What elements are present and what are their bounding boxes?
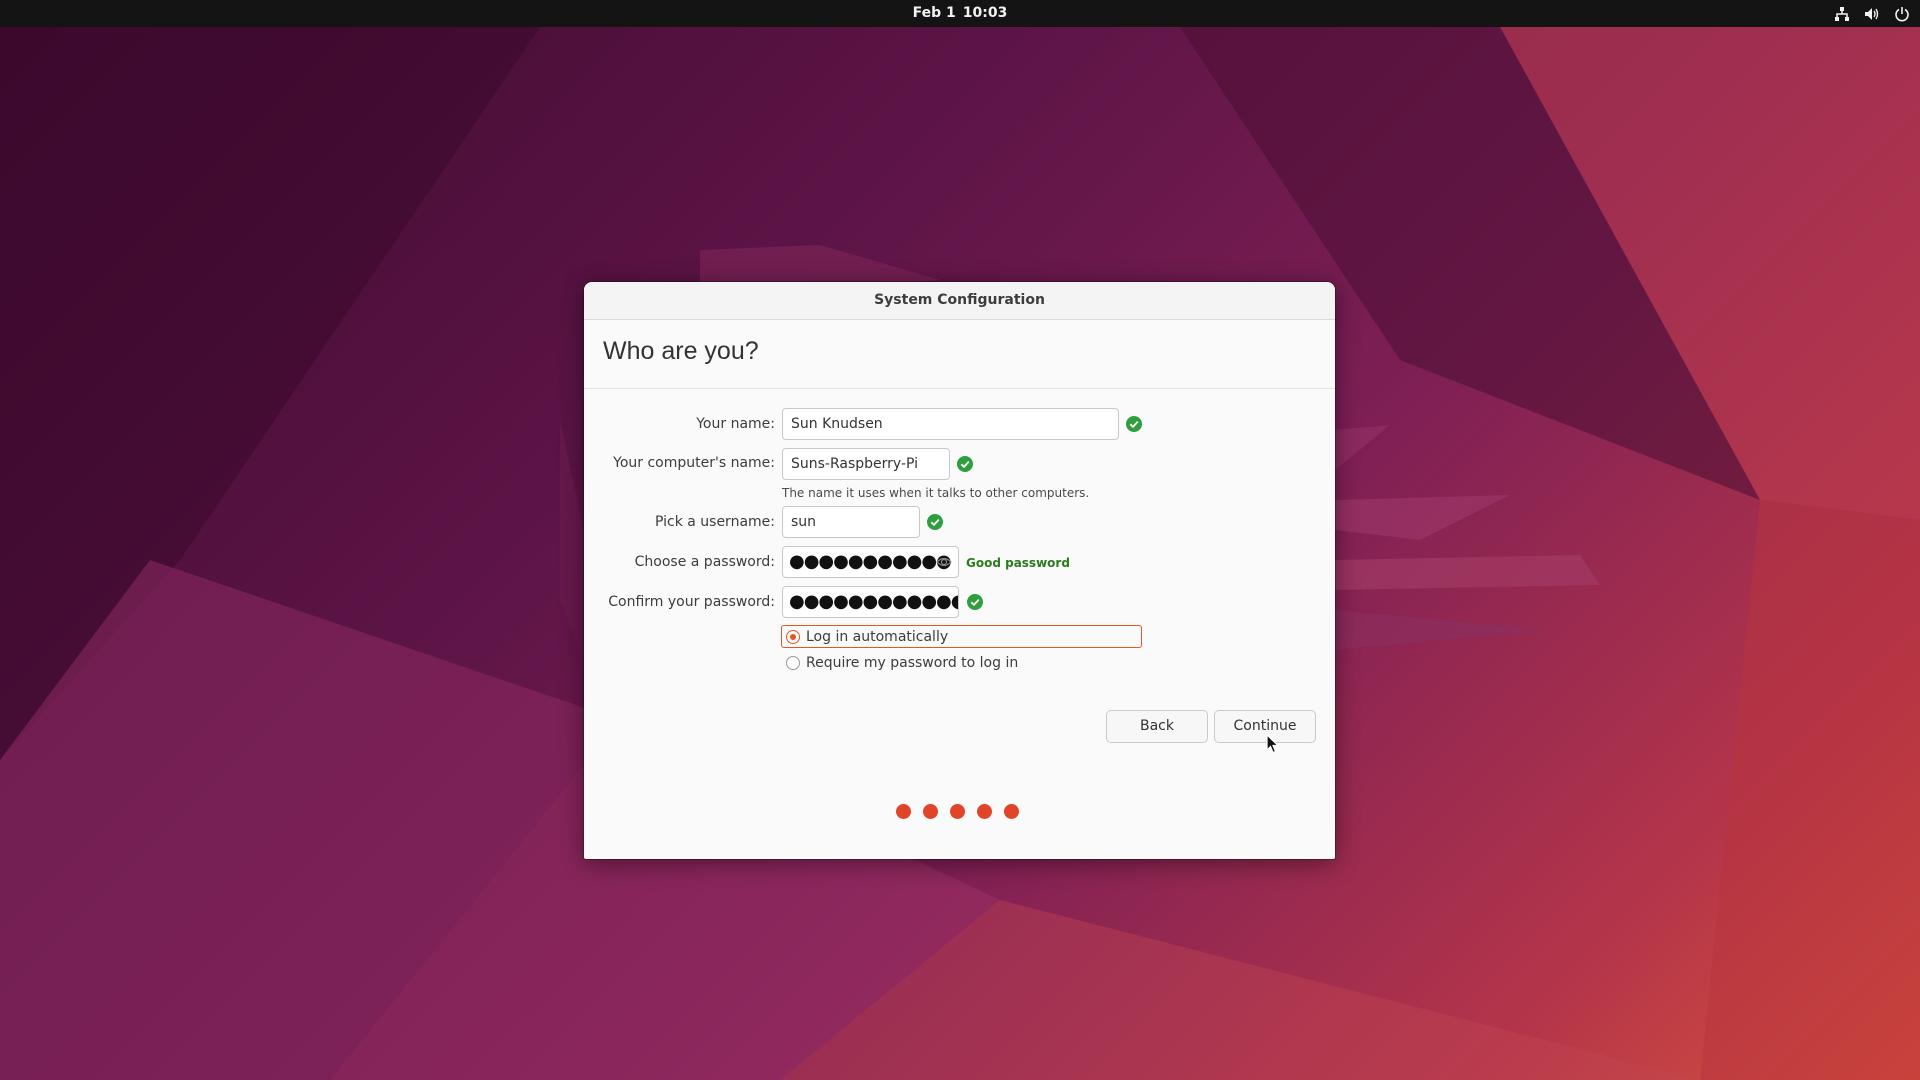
system-tray[interactable]	[1834, 0, 1910, 27]
password-label: Choose a password:	[634, 554, 775, 570]
require-password-option[interactable]: Require my password to log in	[781, 651, 1018, 674]
setup-progress-indicator	[896, 804, 1019, 819]
page-title: Who are you?	[603, 337, 759, 365]
mouse-pointer-icon	[1266, 734, 1280, 754]
header-divider	[584, 388, 1335, 389]
progress-dot	[896, 804, 911, 819]
require-password-radio[interactable]	[786, 655, 800, 670]
network-icon[interactable]	[1834, 6, 1850, 22]
top-bar: Feb 1 10:03	[0, 0, 1920, 27]
progress-dot	[1004, 804, 1019, 819]
clock[interactable]: Feb 1 10:03	[0, 0, 1920, 27]
confirm-password-masked-value: ●●●●●●●●●●●●	[789, 591, 959, 612]
progress-dot	[950, 804, 965, 819]
password-strength: Good password	[966, 556, 1070, 570]
username-label: Pick a username:	[654, 514, 775, 530]
clock-time: 10:03	[962, 5, 1008, 21]
dialog-titlebar[interactable]: System Configuration	[584, 282, 1335, 320]
log-in-automatically-radio[interactable]	[786, 629, 800, 644]
computer-name-valid-check-icon	[957, 456, 973, 472]
progress-dot	[923, 804, 938, 819]
require-password-label: Require my password to log in	[806, 654, 1019, 671]
back-button[interactable]: Back	[1106, 710, 1208, 743]
power-icon[interactable]	[1894, 6, 1910, 22]
system-configuration-dialog: System Configuration Who are you? Your n…	[584, 282, 1335, 859]
computer-name-input[interactable]: Suns-Raspberry-Pi	[782, 448, 950, 480]
username-input[interactable]: sun	[782, 506, 920, 538]
confirm-password-label: Confirm your password:	[608, 594, 775, 610]
progress-dot	[977, 804, 992, 819]
clock-date: Feb 1	[912, 5, 956, 21]
show-password-eye-icon[interactable]	[936, 554, 952, 570]
computer-name-label: Your computer's name:	[613, 455, 775, 471]
your-name-input[interactable]: Sun Knudsen	[782, 408, 1119, 440]
username-valid-check-icon	[927, 514, 943, 530]
volume-icon[interactable]	[1864, 6, 1880, 22]
log-in-automatically-label: Log in automatically	[806, 628, 949, 645]
confirm-password-input[interactable]: ●●●●●●●●●●●●	[782, 586, 959, 618]
your-name-label: Your name:	[696, 416, 775, 432]
confirm-password-valid-check-icon	[967, 594, 983, 610]
log-in-automatically-option[interactable]: Log in automatically	[781, 625, 1142, 648]
password-masked-value: ●●●●●●●●●●●	[789, 551, 952, 572]
computer-name-hint: The name it uses when it talks to other …	[782, 486, 1090, 500]
continue-button[interactable]: Continue	[1214, 710, 1316, 743]
password-input[interactable]: ●●●●●●●●●●●	[782, 546, 959, 578]
name-valid-check-icon	[1126, 416, 1142, 432]
